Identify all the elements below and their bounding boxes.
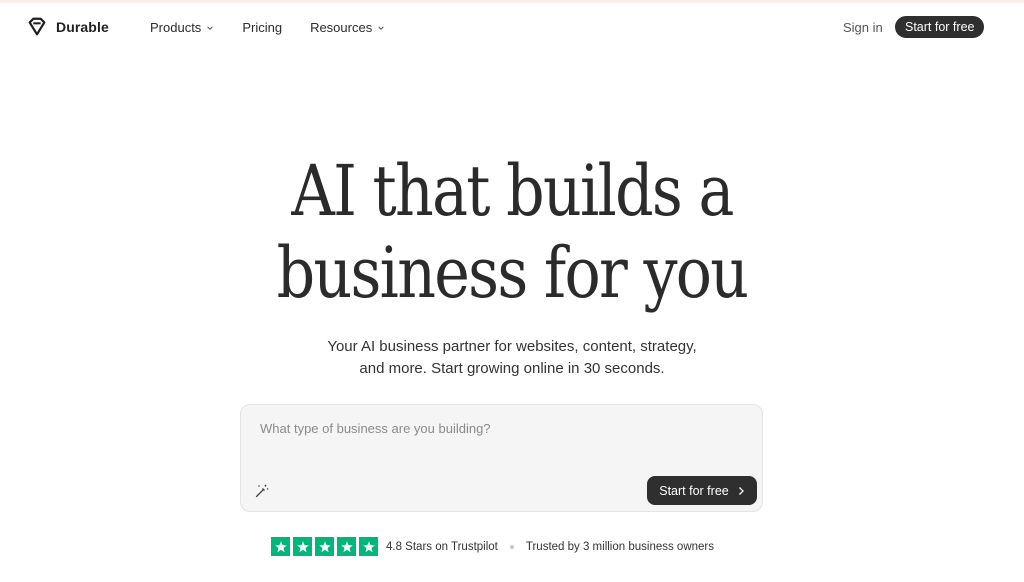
top-navigation: Durable Products Pricing Resources Sign … (0, 3, 1024, 51)
trustpilot-stars (271, 537, 378, 556)
star-icon (337, 537, 356, 556)
sign-in-link[interactable]: Sign in (843, 20, 883, 35)
diamond-logo-icon (28, 17, 46, 36)
nav-item-resources[interactable]: Resources (310, 20, 385, 35)
nav-item-label: Pricing (242, 20, 283, 35)
chevron-right-icon (738, 486, 744, 495)
hero-subtitle-line-2: and more. Start growing online in 30 sec… (359, 360, 665, 377)
nav-item-products[interactable]: Products (150, 20, 214, 35)
brand-logo[interactable]: Durable (26, 16, 109, 38)
hero-headline-line-1: AI that builds a (291, 150, 734, 232)
chevron-down-icon (207, 25, 214, 30)
trust-bar: 4.8 Stars on Trustpilot Trusted by 3 mil… (271, 537, 714, 556)
nav-item-label: Products (150, 20, 202, 35)
star-icon (315, 537, 334, 556)
trustpilot-rating[interactable]: 4.8 Stars on Trustpilot (386, 541, 498, 553)
star-icon (293, 537, 312, 556)
main-menu: Products Pricing Resources (150, 20, 385, 35)
brand-name: Durable (56, 19, 109, 35)
star-icon (359, 537, 378, 556)
submit-button-label: Start for free (659, 483, 729, 498)
nav-item-pricing[interactable]: Pricing (242, 20, 282, 35)
hero-headline: AI that builds a business for you (72, 150, 953, 314)
hero-headline-line-2: business for you (276, 232, 749, 314)
start-for-free-submit-button[interactable]: Start for free (647, 476, 757, 505)
magic-wand-icon[interactable] (254, 483, 270, 499)
nav-item-label: Resources (310, 20, 373, 35)
start-for-free-button[interactable]: Start for free (895, 16, 985, 38)
hero-subtitle: Your AI business partner for websites, c… (0, 336, 1024, 380)
business-prompt-box: Start for free (240, 404, 763, 512)
chevron-down-icon (378, 25, 384, 30)
hero-subtitle-line-1: Your AI business partner for websites, c… (327, 338, 697, 355)
trusted-by-text: Trusted by 3 million business owners (525, 540, 715, 553)
business-type-input[interactable] (260, 421, 740, 436)
separator-dot (509, 544, 514, 549)
star-icon (271, 537, 290, 556)
